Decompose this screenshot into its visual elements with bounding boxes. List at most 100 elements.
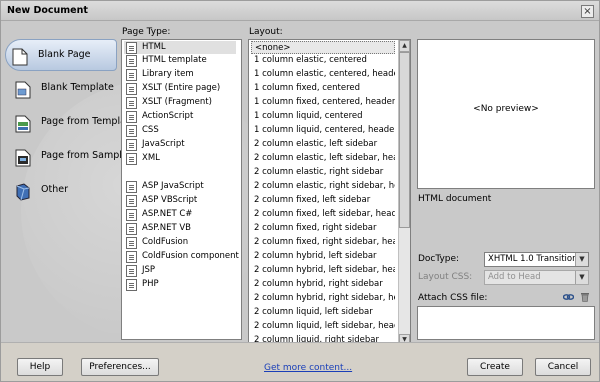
layout-css-label: Layout CSS:	[418, 272, 473, 282]
blank-page-icon	[12, 48, 28, 66]
coldfusion-file-icon	[126, 237, 137, 249]
close-button[interactable]: ×	[581, 5, 594, 18]
layout-item[interactable]: 1 column fixed, centered	[251, 82, 395, 95]
page-type-item[interactable]: HTML template	[124, 54, 236, 67]
xslt-fragment-file-icon	[126, 97, 137, 109]
layout-item[interactable]: 1 column elastic, centered	[251, 54, 395, 67]
layout-css-select: Add to Head ▼	[484, 270, 589, 285]
cancel-button[interactable]: Cancel	[535, 358, 591, 376]
page-type-item[interactable]: ActionScript	[124, 110, 236, 123]
new-document-dialog: New Document × Blank Page Blank Template	[0, 0, 600, 382]
doctype-select[interactable]: XHTML 1.0 Transitional ▼	[484, 252, 589, 267]
template-file-icon	[126, 55, 137, 67]
attach-css-label: Attach CSS file:	[418, 293, 488, 303]
scroll-up-icon[interactable]: ▲	[399, 40, 410, 52]
layout-item[interactable]: 2 column fixed, right sidebar, header an…	[251, 236, 395, 249]
category-label: Blank Template	[41, 82, 114, 93]
layout-item[interactable]: 2 column elastic, left sidebar, header a…	[251, 152, 395, 165]
aspnet-vb-file-icon	[126, 223, 137, 235]
page-type-item[interactable]: XSLT (Entire page)	[124, 82, 236, 95]
document-description: HTML document	[418, 194, 492, 204]
layout-item[interactable]: 1 column liquid, centered, header and fo…	[251, 124, 395, 137]
layout-item[interactable]: 2 column fixed, left sidebar, header and…	[251, 208, 395, 221]
preview-pane: <No preview>	[417, 39, 595, 189]
dialog-footer: Help Preferences... Get more content... …	[1, 342, 599, 381]
layout-item[interactable]: 2 column hybrid, right sidebar, header a…	[251, 292, 395, 305]
layout-item[interactable]: 2 column hybrid, left sidebar, header an…	[251, 264, 395, 277]
layout-item[interactable]: 2 column elastic, right sidebar, header …	[251, 180, 395, 193]
page-type-item[interactable]: XML	[124, 152, 236, 165]
layout-list[interactable]: <none> 1 column elastic, centered 1 colu…	[248, 39, 411, 347]
layout-scrollbar[interactable]: ▲ ▼	[398, 40, 410, 346]
layout-item[interactable]: 1 column liquid, centered	[251, 110, 395, 123]
category-page-from-sample[interactable]: Page from Sample	[9, 141, 128, 173]
category-label: Page from Sample	[41, 150, 128, 161]
category-other[interactable]: Other	[9, 175, 117, 207]
layout-label: Layout:	[249, 27, 283, 37]
asp-vb-file-icon	[126, 195, 137, 207]
javascript-file-icon	[126, 139, 137, 151]
help-button[interactable]: Help	[17, 358, 63, 376]
layout-item[interactable]: <none>	[251, 41, 395, 54]
category-label: Other	[41, 184, 68, 195]
title-bar[interactable]: New Document ×	[1, 1, 599, 21]
page-type-item[interactable]: JavaScript	[124, 138, 236, 151]
page-from-template-icon	[15, 115, 31, 133]
xml-file-icon	[126, 153, 137, 165]
create-button[interactable]: Create	[467, 358, 523, 376]
category-blank-page[interactable]: Blank Page	[5, 39, 117, 71]
layout-item[interactable]: 2 column elastic, right sidebar	[251, 166, 395, 179]
layout-item[interactable]: 2 column hybrid, right sidebar	[251, 278, 395, 291]
doctype-label: DocType:	[418, 254, 460, 264]
doctype-value: XHTML 1.0 Transitional	[488, 254, 586, 264]
chevron-down-icon[interactable]: ▼	[575, 253, 588, 266]
category-blank-template[interactable]: Blank Template	[9, 73, 117, 105]
category-page-from-template[interactable]: Page from Template	[9, 107, 136, 139]
coldfusion-component-file-icon	[126, 251, 137, 263]
preview-placeholder: <No preview>	[473, 104, 539, 114]
page-type-list[interactable]: HTML HTML template Library item XSLT (En…	[121, 39, 242, 340]
page-from-sample-icon	[15, 149, 31, 167]
layout-css-value: Add to Head	[488, 272, 541, 282]
layout-item[interactable]: 1 column fixed, centered, header and foo…	[251, 96, 395, 109]
aspnet-cs-file-icon	[126, 209, 137, 221]
link-icon[interactable]	[562, 292, 575, 302]
page-type-item[interactable]: ASP.NET VB	[124, 222, 236, 235]
page-type-item[interactable]: JSP	[124, 264, 236, 277]
xslt-file-icon	[126, 83, 137, 95]
blank-template-icon	[15, 81, 31, 99]
page-type-label: Page Type:	[122, 27, 171, 37]
trash-icon[interactable]	[579, 292, 590, 302]
library-file-icon	[126, 69, 137, 81]
page-type-item[interactable]: ASP.NET C#	[124, 208, 236, 221]
page-type-item[interactable]: Library item	[124, 68, 236, 81]
page-type-item[interactable]: ASP VBScript	[124, 194, 236, 207]
layout-item[interactable]: 1 column elastic, centered, header and f…	[251, 68, 395, 81]
get-more-content-link[interactable]: Get more content...	[264, 363, 352, 373]
page-type-item[interactable]: HTML	[124, 41, 236, 54]
other-icon	[16, 183, 30, 201]
layout-item[interactable]: 2 column fixed, left sidebar	[251, 194, 395, 207]
layout-item[interactable]: 2 column hybrid, left sidebar	[251, 250, 395, 263]
page-type-item[interactable]: XSLT (Fragment)	[124, 96, 236, 109]
page-type-item[interactable]: PHP	[124, 278, 236, 291]
layout-item[interactable]: 2 column liquid, left sidebar, header an…	[251, 320, 395, 333]
asp-js-file-icon	[126, 181, 137, 193]
page-type-item[interactable]: ColdFusion component	[124, 250, 239, 263]
attached-css-list[interactable]	[417, 306, 595, 340]
page-type-item[interactable]: ColdFusion	[124, 236, 236, 249]
main-area: Blank Page Blank Template Page from Temp…	[1, 21, 599, 347]
jsp-file-icon	[126, 265, 137, 277]
layout-item[interactable]: 2 column liquid, left sidebar	[251, 306, 395, 319]
page-type-item[interactable]: ASP JavaScript	[124, 180, 236, 193]
css-file-icon	[126, 125, 137, 137]
php-file-icon	[126, 279, 137, 291]
layout-item[interactable]: 2 column fixed, right sidebar	[251, 222, 395, 235]
chevron-down-icon: ▼	[575, 271, 588, 284]
layout-item[interactable]: 2 column elastic, left sidebar	[251, 138, 395, 151]
window-title: New Document	[7, 5, 88, 16]
scroll-thumb[interactable]	[399, 52, 410, 228]
preferences-button[interactable]: Preferences...	[81, 358, 159, 376]
page-type-item[interactable]: CSS	[124, 124, 236, 137]
category-label: Blank Page	[38, 49, 91, 60]
